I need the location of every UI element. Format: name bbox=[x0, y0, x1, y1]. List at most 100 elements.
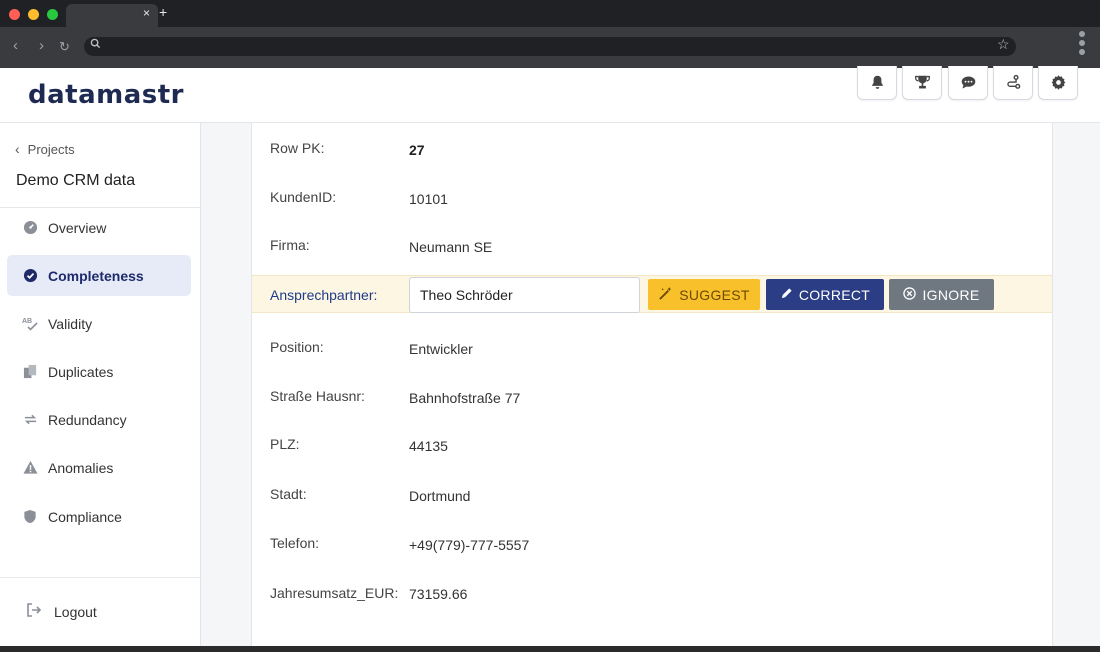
logo[interactable]: datamastr bbox=[28, 80, 184, 110]
field-label: Jahresumsatz_EUR: bbox=[270, 585, 399, 601]
notifications-button[interactable] bbox=[857, 66, 897, 100]
field-label: Row PK: bbox=[270, 140, 325, 156]
sidebar-item-label: Overview bbox=[48, 219, 107, 236]
field-row: Jahresumsatz_EUR: 73159.66 bbox=[252, 582, 1052, 628]
logout-button[interactable]: Logout bbox=[26, 603, 97, 620]
field-value: 44135 bbox=[409, 438, 448, 454]
spellcheck-icon: AB bbox=[22, 316, 38, 332]
back-icon[interactable]: ‹ bbox=[13, 37, 18, 55]
field-label: Firma: bbox=[270, 237, 310, 253]
sidebar-item-label: Anomalies bbox=[48, 459, 114, 476]
field-row: KundenID: 10101 bbox=[252, 187, 1052, 207]
cancel-circle-icon bbox=[903, 286, 917, 303]
settings-button[interactable] bbox=[1038, 66, 1078, 100]
sidebar-item-anomalies[interactable]: Anomalies bbox=[7, 447, 191, 488]
field-label: Ansprechpartner: bbox=[270, 287, 378, 303]
sidebar-item-compliance[interactable]: Compliance bbox=[7, 496, 191, 537]
app-header: datamastr bbox=[0, 66, 1100, 123]
bell-icon bbox=[871, 75, 883, 89]
field-row-editing: Ansprechpartner: SUGGEST CORRECT IGNORE bbox=[252, 275, 1052, 313]
sidebar-item-duplicates[interactable]: Duplicates bbox=[7, 351, 191, 392]
field-value-input[interactable] bbox=[409, 277, 640, 313]
window-controls bbox=[9, 9, 58, 20]
trophy-icon bbox=[914, 75, 930, 89]
ignore-button[interactable]: IGNORE bbox=[889, 279, 994, 310]
workflow-button[interactable] bbox=[993, 66, 1033, 100]
browser-menu-icon[interactable] bbox=[1079, 31, 1085, 55]
ignore-label: IGNORE bbox=[922, 286, 980, 303]
chat-button[interactable] bbox=[948, 66, 988, 100]
search-icon bbox=[90, 38, 101, 49]
sidebar-item-redundancy[interactable]: Redundancy bbox=[7, 399, 191, 440]
check-circle-icon bbox=[22, 268, 38, 284]
sidebar-item-label: Duplicates bbox=[48, 363, 114, 380]
back-label: Projects bbox=[27, 141, 75, 157]
field-row: Stadt: Dortmund bbox=[252, 484, 1052, 504]
field-label: PLZ: bbox=[270, 436, 300, 452]
field-value: 73159.66 bbox=[409, 586, 468, 602]
magic-wand-icon bbox=[658, 286, 673, 304]
maximize-window-button[interactable] bbox=[47, 9, 58, 20]
field-row: Firma: Neumann SE bbox=[252, 235, 1052, 255]
logout-label: Logout bbox=[54, 603, 97, 620]
field-row: Row PK: 27 bbox=[252, 138, 1052, 158]
divider bbox=[0, 577, 200, 578]
field-row: Position: Entwickler bbox=[252, 337, 1052, 357]
correct-button[interactable]: CORRECT bbox=[766, 279, 884, 310]
gear-icon bbox=[1051, 75, 1065, 90]
sync-icon bbox=[22, 412, 38, 428]
back-to-projects-link[interactable]: ‹ Projects bbox=[15, 141, 75, 157]
reload-icon[interactable]: ↻ bbox=[59, 38, 70, 56]
field-row: Straße Hausnr: Bahnhofstraße 77 bbox=[252, 386, 1052, 406]
sidebar-item-label: Completeness bbox=[48, 267, 144, 284]
field-label: Position: bbox=[270, 339, 324, 355]
sidebar-item-overview[interactable]: Overview bbox=[7, 207, 191, 248]
workflow-icon bbox=[1006, 74, 1020, 89]
sidebar-item-label: Redundancy bbox=[48, 411, 127, 428]
project-name: Demo CRM data bbox=[16, 172, 136, 189]
minimize-window-button[interactable] bbox=[28, 9, 39, 20]
correct-label: CORRECT bbox=[798, 286, 871, 303]
address-bar[interactable] bbox=[84, 37, 1016, 56]
achievements-button[interactable] bbox=[902, 66, 942, 100]
field-value: +49(779)-777-5557 bbox=[409, 537, 530, 553]
sidebar-item-validity[interactable]: AB Validity bbox=[7, 303, 191, 344]
tab-bar: × + bbox=[0, 0, 1100, 27]
tab-close-icon[interactable]: × bbox=[143, 6, 150, 20]
field-value: 27 bbox=[409, 142, 425, 158]
close-window-button[interactable] bbox=[9, 9, 20, 20]
logout-icon bbox=[26, 603, 42, 620]
field-label: Straße Hausnr: bbox=[270, 388, 365, 404]
new-tab-icon[interactable]: + bbox=[159, 5, 167, 19]
suggest-label: SUGGEST bbox=[679, 286, 750, 303]
field-value: Neumann SE bbox=[409, 239, 493, 255]
field-value: Bahnhofstraße 77 bbox=[409, 390, 521, 406]
app: datamastr ‹ Projects Demo CRM data Overv… bbox=[0, 66, 1100, 646]
sidebar-item-completeness[interactable]: Completeness bbox=[7, 255, 191, 296]
field-row: PLZ: 44135 bbox=[252, 434, 1052, 454]
sidebar-item-label: Validity bbox=[48, 315, 93, 332]
browser-chrome: × + ‹ › ↻ ☆ bbox=[0, 0, 1100, 68]
field-value: Dortmund bbox=[409, 488, 471, 504]
chat-icon bbox=[961, 76, 975, 89]
pencil-icon bbox=[780, 287, 793, 303]
suggest-button[interactable]: SUGGEST bbox=[648, 279, 760, 310]
shield-icon bbox=[22, 509, 38, 525]
field-label: KundenID: bbox=[270, 189, 337, 205]
chevron-left-icon: ‹ bbox=[15, 141, 20, 157]
warning-icon bbox=[22, 460, 38, 476]
sidebar: ‹ Projects Demo CRM data Overview Comple… bbox=[0, 123, 201, 646]
dashboard-icon bbox=[22, 220, 38, 236]
record-detail-panel: Row PK: 27 KundenID: 10101 Firma: Neuman… bbox=[251, 123, 1053, 646]
svg-text:AB: AB bbox=[22, 318, 32, 325]
field-value: 10101 bbox=[409, 191, 448, 207]
bookmark-star-icon[interactable]: ☆ bbox=[997, 36, 1010, 53]
field-label: Telefon: bbox=[270, 535, 320, 551]
sidebar-item-label: Compliance bbox=[48, 508, 122, 525]
field-label: Stadt: bbox=[270, 486, 307, 502]
copy-icon bbox=[22, 364, 38, 380]
field-row: Telefon: +49(779)-777-5557 bbox=[252, 533, 1052, 553]
forward-icon[interactable]: › bbox=[39, 37, 44, 55]
window-bottom-edge bbox=[0, 646, 1100, 652]
field-value: Entwickler bbox=[409, 341, 473, 357]
